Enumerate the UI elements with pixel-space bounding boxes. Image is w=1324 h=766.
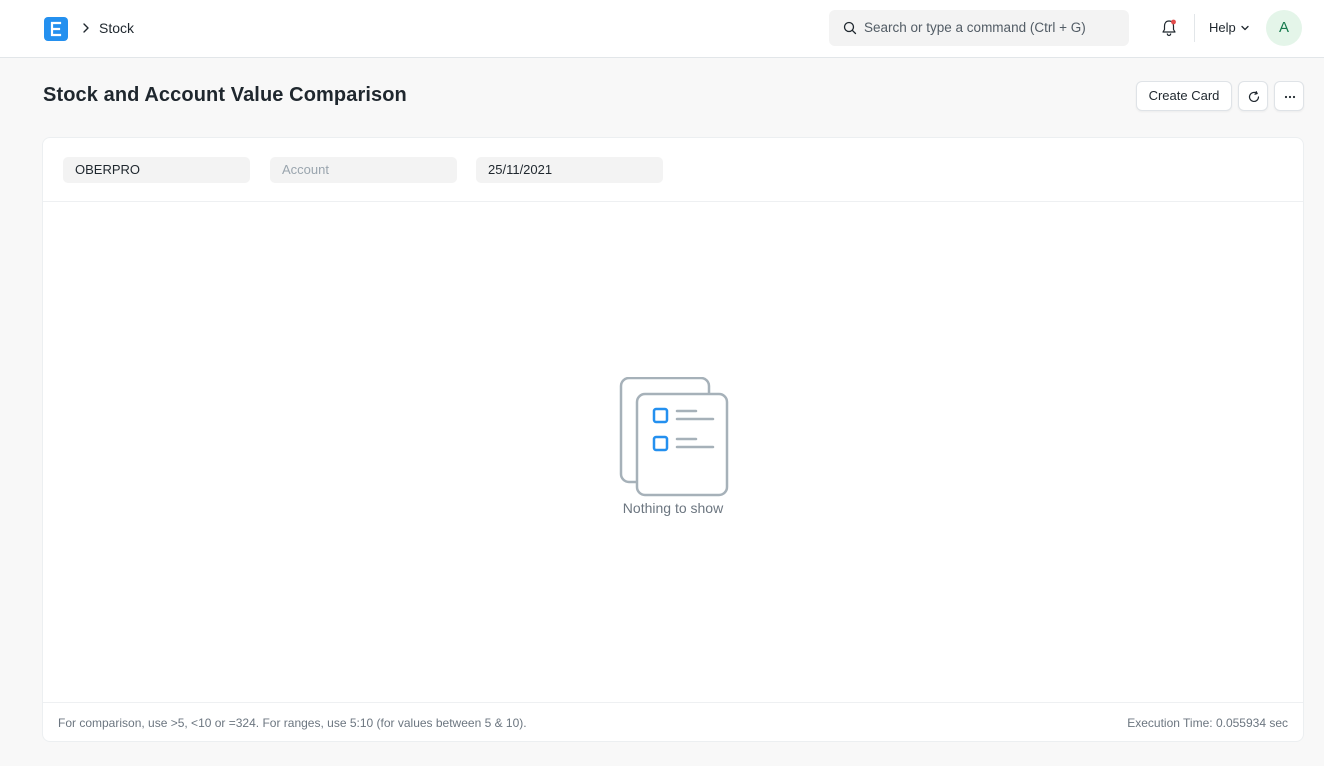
breadcrumb-stock[interactable]: Stock — [99, 19, 134, 37]
report-footer: For comparison, use >5, <10 or =324. For… — [43, 702, 1303, 742]
empty-list-icon — [619, 377, 729, 497]
filter-bar: OBERPRO Account 25/11/2021 — [43, 138, 1303, 202]
filter-hint: For comparison, use >5, <10 or =324. For… — [58, 716, 527, 730]
as-on-date-filter[interactable]: 25/11/2021 — [476, 157, 663, 183]
chevron-right-icon — [83, 23, 89, 33]
account-filter[interactable]: Account — [270, 157, 457, 183]
app-logo[interactable] — [44, 17, 68, 41]
execution-time: Execution Time: 0.055934 sec — [1127, 716, 1288, 730]
help-menu[interactable]: Help — [1209, 20, 1236, 36]
empty-state-message: Nothing to show — [622, 500, 724, 516]
company-filter[interactable]: OBERPRO — [63, 157, 250, 183]
notification-dot — [1171, 19, 1176, 25]
search-icon — [843, 21, 857, 35]
create-card-button[interactable]: Create Card — [1136, 81, 1232, 111]
chevron-down-icon[interactable] — [1240, 24, 1250, 32]
page-title: Stock and Account Value Comparison — [43, 84, 407, 106]
refresh-button[interactable] — [1238, 81, 1268, 111]
search-input[interactable]: Search or type a command (Ctrl + G) — [864, 20, 1086, 36]
report-card: OBERPRO Account 25/11/2021 Nothing to sh… — [42, 137, 1304, 742]
navbar: Stock Search or type a command (Ctrl + G… — [0, 0, 1324, 58]
refresh-icon — [1248, 91, 1260, 103]
more-actions-button[interactable] — [1274, 81, 1304, 111]
notification-bell-icon[interactable] — [1159, 18, 1179, 38]
more-horizontal-icon — [1284, 95, 1296, 99]
search-bar[interactable]: Search or type a command (Ctrl + G) — [829, 10, 1129, 46]
navbar-divider — [1194, 14, 1195, 42]
user-avatar[interactable]: A — [1266, 10, 1302, 46]
